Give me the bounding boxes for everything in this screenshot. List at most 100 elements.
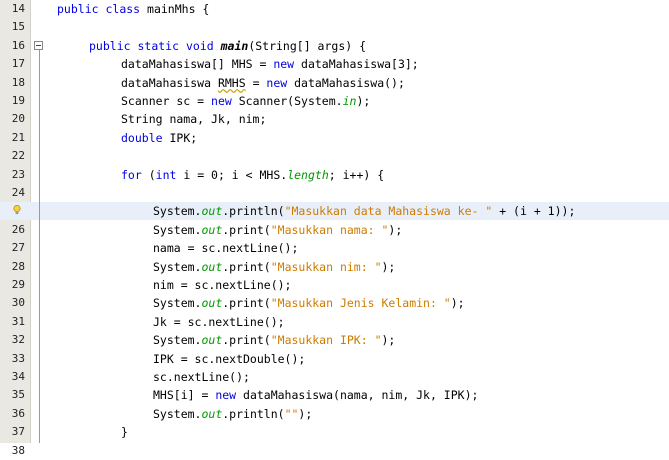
code-line[interactable]: 18 dataMahasiswa RMHS = new dataMahasiswa…: [0, 74, 669, 92]
code-line[interactable]: 19 Scanner sc = new Scanner(System.in);: [0, 92, 669, 110]
code-token: System.: [153, 222, 202, 237]
line-number[interactable]: 20: [0, 110, 25, 128]
keyword-token: new: [273, 57, 295, 72]
string-literal-token: "Masukkan nim: ": [270, 259, 382, 274]
code-text[interactable]: public static void main(String[] args) {: [89, 37, 366, 55]
code-line[interactable]: 36 System.out.println("");: [0, 405, 669, 423]
code-text[interactable]: public class mainMhs {: [57, 0, 209, 18]
code-line[interactable]: 38: [0, 442, 669, 460]
code-text[interactable]: System.out.print("Masukkan Jenis Kelamin…: [153, 294, 465, 312]
line-number[interactable]: 31: [0, 313, 25, 331]
code-line[interactable]: 17 dataMahasiswa[] MHS = new dataMahasisw…: [0, 55, 669, 73]
code-line[interactable]: 31 Jk = sc.nextLine();: [0, 313, 669, 331]
line-number[interactable]: 24: [0, 184, 25, 202]
code-text[interactable]: System.out.print("Masukkan nim: ");: [153, 258, 395, 276]
code-token: dataMahasiswa[] MHS =: [121, 57, 274, 72]
line-number[interactable]: 35: [0, 386, 25, 404]
line-number[interactable]: 26: [0, 221, 25, 239]
line-number[interactable]: 30: [0, 294, 25, 312]
line-number[interactable]: 16: [0, 37, 25, 55]
line-number[interactable]: 22: [0, 147, 25, 165]
code-token: (String[] args) {: [248, 38, 367, 53]
code-line[interactable]: 29 nim = sc.nextLine();: [0, 276, 669, 294]
code-line[interactable]: 26 System.out.print("Masukkan nama: ");: [0, 221, 669, 239]
line-number[interactable]: 27: [0, 239, 25, 257]
code-text[interactable]: MHS[i] = new dataMahasiswa(nama, nim, Jk…: [153, 386, 478, 404]
code-line[interactable]: 24: [0, 184, 669, 202]
code-token: Jk = sc.nextLine();: [153, 314, 285, 329]
code-token: );: [381, 333, 396, 348]
field-token: out: [201, 222, 223, 237]
line-number[interactable]: 28: [0, 258, 25, 276]
code-token: System.: [153, 296, 202, 311]
code-text[interactable]: System.out.println("");: [153, 405, 312, 423]
code-line[interactable]: 32 System.out.print("Masukkan IPK: ");: [0, 331, 669, 349]
line-number[interactable]: 14: [0, 0, 25, 18]
code-text[interactable]: System.out.print("Masukkan IPK: ");: [153, 331, 395, 349]
code-line[interactable]: 16 public static void main(String[] args)…: [0, 37, 669, 55]
code-token: );: [381, 259, 396, 274]
code-text[interactable]: dataMahasiswa RMHS = new dataMahasiswa()…: [121, 74, 405, 92]
code-token: =: [245, 75, 267, 90]
code-line[interactable]: 30 System.out.print("Masukkan Jenis Kelam…: [0, 294, 669, 312]
line-number[interactable]: 21: [0, 129, 25, 147]
code-token: sc.nextLine();: [153, 370, 250, 384]
code-text[interactable]: System.out.println("Masukkan data Mahasi…: [153, 202, 575, 220]
keyword-token: new: [266, 75, 288, 90]
keyword-token: for: [121, 167, 142, 182]
line-number[interactable]: 37: [0, 423, 25, 441]
code-line[interactable]: 22: [0, 147, 669, 165]
code-text[interactable]: Jk = sc.nextLine();: [153, 313, 285, 331]
string-literal-token: "Masukkan IPK: ": [270, 333, 382, 348]
field-token: out: [201, 406, 223, 421]
code-text[interactable]: for (int i = 0; i < MHS.length; i++) {: [121, 166, 384, 184]
line-number[interactable]: 38: [0, 442, 25, 460]
line-number[interactable]: 19: [0, 92, 25, 110]
code-token: System.: [153, 333, 202, 348]
code-line[interactable]: 20 String nama, Jk, nim;: [0, 110, 669, 128]
code-token: nama = sc.nextLine();: [153, 241, 299, 256]
code-token: MHS[i] =: [153, 388, 216, 403]
code-text[interactable]: nim = sc.nextLine();: [153, 276, 291, 294]
line-number[interactable]: 33: [0, 350, 25, 368]
keyword-token: void: [185, 38, 214, 53]
line-number[interactable]: 36: [0, 405, 25, 423]
code-text[interactable]: IPK = sc.nextDouble();: [153, 350, 305, 368]
code-text[interactable]: dataMahasiswa[] MHS = new dataMahasiswa[…: [121, 55, 419, 73]
keyword-token: double: [121, 130, 163, 145]
code-line[interactable]: 25System.out.println("Masukkan data Maha…: [0, 202, 669, 221]
code-line[interactable]: 34 sc.nextLine();: [0, 368, 669, 386]
line-number[interactable]: 18: [0, 74, 25, 92]
code-line[interactable]: 35 MHS[i] = new dataMahasiswa(nama, nim, …: [0, 386, 669, 404]
code-text[interactable]: }: [121, 423, 128, 441]
code-text[interactable]: sc.nextLine();: [153, 368, 250, 386]
code-line[interactable]: 37}: [0, 423, 669, 441]
code-line[interactable]: 15: [0, 18, 669, 36]
fold-collapse-icon[interactable]: [34, 40, 43, 50]
line-number[interactable]: 15: [0, 18, 25, 36]
code-token: .print(: [222, 296, 271, 311]
line-number[interactable]: 32: [0, 331, 25, 349]
lightbulb-icon[interactable]: [13, 205, 21, 215]
code-text[interactable]: double IPK;: [121, 129, 197, 147]
line-number[interactable]: 17: [0, 55, 25, 73]
code-token: i = 0; i < MHS.: [176, 167, 288, 182]
code-line[interactable]: 33 IPK = sc.nextDouble();: [0, 350, 669, 368]
code-token: + (i + 1));: [492, 204, 576, 219]
line-number[interactable]: 29: [0, 276, 25, 294]
code-line[interactable]: 27 nama = sc.nextLine();: [0, 239, 669, 257]
code-text[interactable]: nama = sc.nextLine();: [153, 239, 298, 257]
code-line[interactable]: 21 double IPK;: [0, 129, 669, 147]
line-number[interactable]: 34: [0, 368, 25, 386]
code-line[interactable]: 14 public class mainMhs {: [0, 0, 669, 18]
code-token: (: [141, 167, 156, 182]
code-line[interactable]: 23 for (int i = 0; i < MHS.length; i++) {: [0, 166, 669, 184]
code-text[interactable]: System.out.print("Masukkan nama: ");: [153, 221, 402, 239]
keyword-token: int: [155, 167, 177, 182]
code-text[interactable]: String nama, Jk, nim;: [121, 110, 266, 128]
line-number[interactable]: 23: [0, 166, 25, 184]
field-token: out: [201, 204, 223, 219]
code-line[interactable]: 28 System.out.print("Masukkan nim: ");: [0, 258, 669, 276]
code-text[interactable]: Scanner sc = new Scanner(System.in);: [121, 92, 370, 110]
